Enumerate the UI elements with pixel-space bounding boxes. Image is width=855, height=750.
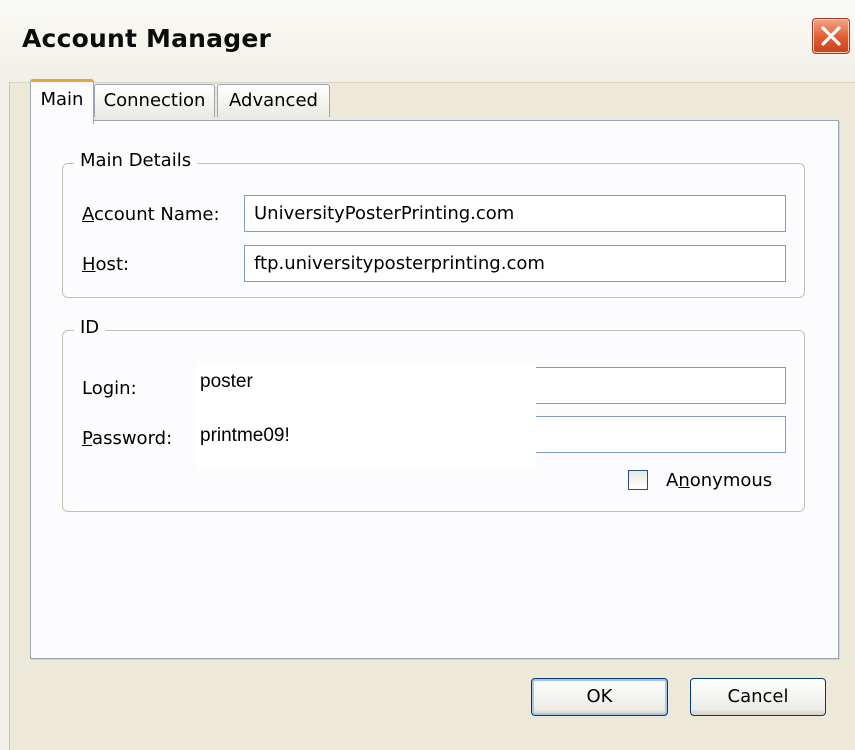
- close-button[interactable]: [812, 18, 850, 54]
- cancel-button[interactable]: Cancel: [690, 678, 826, 716]
- close-icon: [821, 26, 841, 46]
- tab-connection[interactable]: Connection: [94, 84, 215, 117]
- account-name-field[interactable]: UniversityPosterPrinting.com: [244, 195, 786, 232]
- password-label: Password:: [82, 428, 173, 449]
- tab-advanced[interactable]: Advanced: [217, 84, 330, 117]
- login-value: poster: [200, 371, 253, 392]
- tab-main[interactable]: Main: [30, 79, 94, 124]
- host-field[interactable]: ftp.universityposterprinting.com: [244, 245, 786, 282]
- account-name-label: Account Name:: [82, 204, 220, 225]
- id-legend: ID: [74, 317, 106, 338]
- anonymous-label[interactable]: Anonymous: [666, 470, 772, 491]
- anonymous-checkbox[interactable]: [628, 470, 648, 490]
- window-border: [0, 82, 10, 750]
- login-label: Login:: [82, 378, 137, 399]
- title-bar: Account Manager: [0, 0, 855, 83]
- ok-button[interactable]: OK: [531, 678, 668, 716]
- host-label: Host:: [82, 254, 130, 275]
- main-details-legend: Main Details: [74, 150, 198, 171]
- password-value: printme09!: [200, 425, 290, 446]
- window-title: Account Manager: [22, 24, 272, 53]
